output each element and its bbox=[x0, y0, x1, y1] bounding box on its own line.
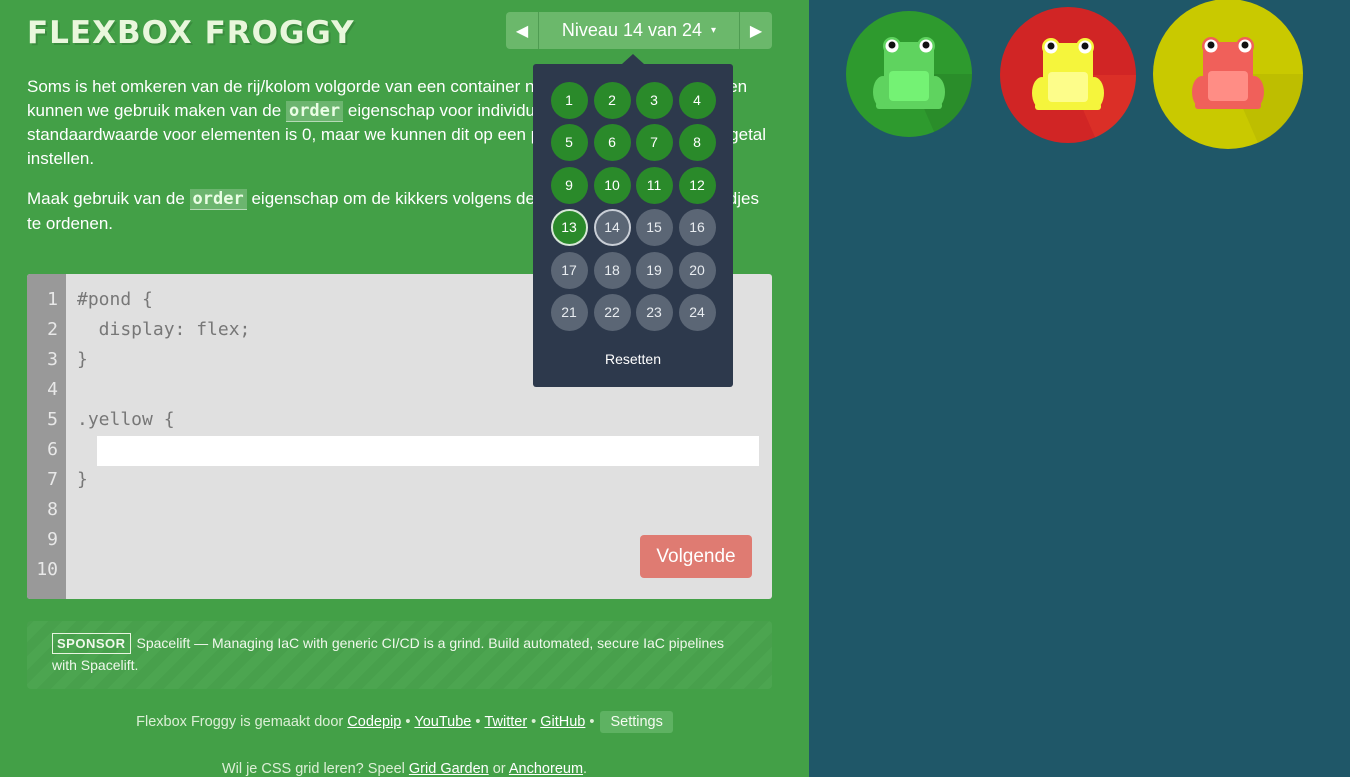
level-button-12[interactable]: 12 bbox=[678, 166, 716, 204]
frog-yellow bbox=[1153, 0, 1304, 149]
footer-credit: Flexbox Froggy is gemaakt door bbox=[136, 714, 344, 730]
next-button[interactable]: Volgende bbox=[640, 535, 752, 578]
level-button-22[interactable]: 22 bbox=[593, 293, 631, 331]
youtube-link[interactable]: YouTube bbox=[414, 714, 471, 730]
level-button-1[interactable]: 1 bbox=[550, 81, 588, 119]
line-number: 3 bbox=[47, 349, 58, 370]
level-button-16[interactable]: 16 bbox=[678, 208, 716, 246]
app-logo: FLEXBOX FROGGY bbox=[27, 15, 355, 51]
line-number: 5 bbox=[47, 409, 58, 430]
level-button-23[interactable]: 23 bbox=[635, 293, 673, 331]
pond bbox=[809, 0, 1350, 777]
twitter-link[interactable]: Twitter bbox=[484, 714, 527, 730]
line-number: 10 bbox=[36, 559, 58, 580]
level-menu: Resetten 1 2 3 4 5 6 7 8 9 10 11 12 13 14 15 16 17 18 19 20… bbox=[533, 54, 733, 387]
level-button-11[interactable]: 11 bbox=[635, 166, 673, 204]
line-number: 9 bbox=[47, 529, 58, 550]
code-line: display: flex; bbox=[77, 319, 251, 340]
frog-green bbox=[846, 11, 973, 137]
level-button-9[interactable]: 9 bbox=[550, 166, 588, 204]
settings-button[interactable]: Settings bbox=[600, 711, 673, 733]
code-line: .yellow { bbox=[77, 409, 175, 430]
line-number: 4 bbox=[47, 379, 58, 400]
level-button-2[interactable]: 2 bbox=[593, 81, 631, 119]
level-button-8[interactable]: 8 bbox=[678, 123, 716, 161]
level-button-21[interactable]: 21 bbox=[550, 293, 588, 331]
level-button-20[interactable]: 20 bbox=[678, 251, 716, 289]
anchoreum-link[interactable]: Anchoreum bbox=[509, 761, 583, 777]
level-indicator[interactable]: Niveau 14 van 24 ▾ bbox=[539, 12, 739, 49]
level-button-24[interactable]: 24 bbox=[678, 293, 716, 331]
grid-garden-link[interactable]: Grid Garden bbox=[409, 761, 489, 777]
level-navigation: ◀ Niveau 14 van 24 ▾ ▶ bbox=[506, 12, 772, 49]
code-keyword: order bbox=[285, 100, 344, 122]
footer-promo: Wil je CSS grid leren? Speel Grid Garden… bbox=[221, 761, 588, 777]
level-button-13[interactable]: 13 bbox=[550, 208, 588, 246]
line-number-gutter: 1 2 3 4 5 6 7 8 9 10 bbox=[27, 274, 66, 599]
github-link[interactable]: GitHub bbox=[540, 714, 585, 730]
code-line: } bbox=[77, 469, 88, 490]
caret-down-icon: ▾ bbox=[711, 25, 717, 36]
line-number: 6 bbox=[47, 439, 58, 460]
footer: Flexbox Froggy is gemaakt door Codepip • Y… bbox=[0, 711, 809, 733]
level-button-19[interactable]: 19 bbox=[635, 251, 673, 289]
line-number: 2 bbox=[47, 319, 58, 340]
code-line: #pond { bbox=[77, 289, 153, 310]
code-line: } bbox=[77, 349, 88, 370]
level-button-10[interactable]: 10 bbox=[593, 166, 631, 204]
chevron-left-icon: ◀ bbox=[515, 22, 529, 40]
pond-board bbox=[846, 0, 1304, 149]
level-button-5[interactable]: 5 bbox=[550, 123, 588, 161]
level-button-18[interactable]: 18 bbox=[593, 251, 631, 289]
level-button-7[interactable]: 7 bbox=[635, 123, 673, 161]
sponsor-badge: SPONSOR bbox=[52, 633, 131, 654]
previous-level-button[interactable]: ◀ bbox=[506, 12, 539, 49]
codepip-link[interactable]: Codepip bbox=[347, 714, 401, 730]
reset-button[interactable]: Resetten bbox=[533, 351, 733, 367]
line-number: 7 bbox=[47, 469, 58, 490]
level-button-14[interactable]: 14 bbox=[593, 208, 631, 246]
sponsor-text: Spacelift — Managing IaC with generic CI… bbox=[52, 635, 725, 673]
level-button-17[interactable]: 17 bbox=[550, 251, 588, 289]
line-number: 8 bbox=[47, 499, 58, 520]
level-button-15[interactable]: 15 bbox=[635, 208, 673, 246]
level-button-4[interactable]: 4 bbox=[678, 81, 716, 119]
next-level-button[interactable]: ▶ bbox=[739, 12, 772, 49]
chevron-right-icon: ▶ bbox=[749, 22, 763, 40]
level-indicator-label: Niveau 14 van 24 bbox=[561, 20, 703, 40]
sponsor-banner[interactable]: SPONSOR Spacelift — Managing IaC with gen… bbox=[27, 621, 772, 689]
css-code-input[interactable] bbox=[97, 436, 759, 466]
level-button-3[interactable]: 3 bbox=[635, 81, 673, 119]
frog-red bbox=[1000, 7, 1137, 143]
line-number: 1 bbox=[47, 289, 58, 310]
code-keyword: order bbox=[189, 189, 247, 210]
level-button-6[interactable]: 6 bbox=[593, 123, 631, 161]
